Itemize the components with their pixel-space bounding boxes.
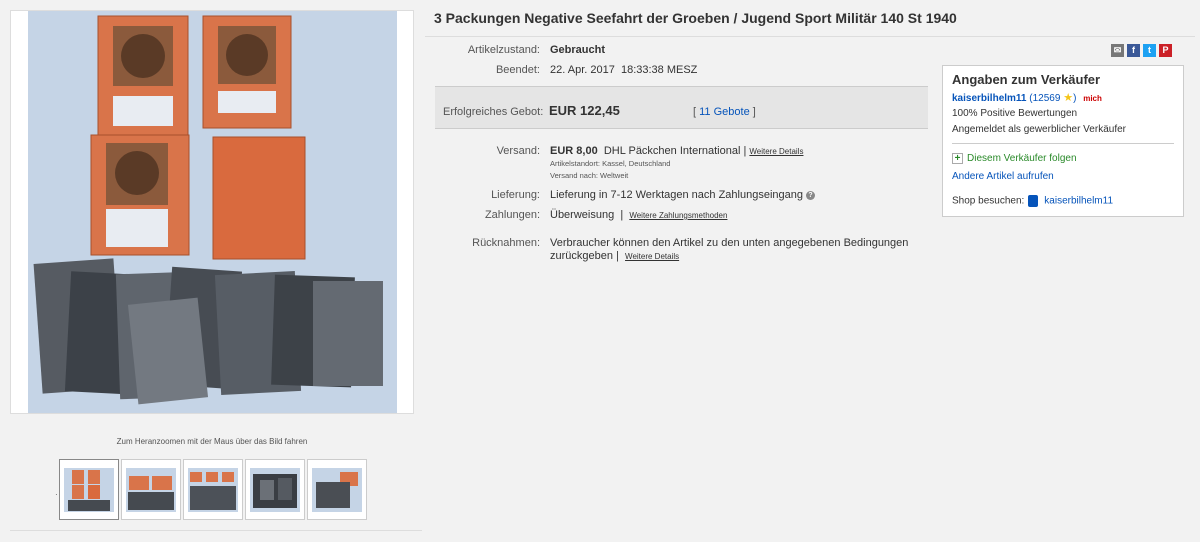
thumbnail-1[interactable] [59,459,119,520]
returns-line1: Verbraucher können den Artikel zu den un… [550,237,909,249]
seller-divider [952,143,1174,144]
seller-name-link[interactable]: kaiserbilhelm11 [952,93,1027,104]
glass-negatives-pile [33,258,383,405]
gallery-divider [10,530,422,531]
main-product-photo[interactable] [28,11,397,413]
payment-method: Überweisung [550,209,615,221]
thumbnail-2[interactable] [121,459,181,520]
winning-bid-label: Erfolgreiches Gebot: [443,106,544,118]
thumbnail-image [188,467,238,512]
winning-bid-box: Erfolgreiches Gebot: EUR 122,45 [ 11 Geb… [435,86,928,129]
thumbnail-image [126,467,176,512]
payments-value: Überweisung | Weitere Zahlungsmethoden [550,209,727,221]
shipping-method: DHL Päckchen International [603,145,741,157]
bracket-open: [ [693,106,697,118]
more-payment-methods-link[interactable]: Weitere Zahlungsmethoden [629,211,727,220]
thumbnail-5[interactable] [307,459,367,520]
payments-separator: | [620,209,624,221]
delivery-value: Lieferung in 7-12 Werktagen nach Zahlung… [550,189,816,201]
bid-count: [ 11 Gebote ] [693,106,756,118]
returns-text: zurückgeben | [550,250,619,262]
returns-details-link[interactable]: Weitere Details [625,252,679,261]
shipping-details-link[interactable]: Weitere Details [749,147,803,156]
email-icon[interactable]: ✉ [1111,44,1124,57]
negative-box-2 [202,15,292,129]
pinterest-icon[interactable]: P [1159,44,1172,57]
seller-info-box: Angaben zum Verkäufer kaiserbilhelm11 (1… [942,65,1184,217]
feedback-score-close: ) [1073,93,1077,104]
thumbnail-4[interactable] [245,459,305,520]
condition-label: Artikelzustand: [467,44,540,56]
returns-line2: zurückgeben | Weitere Details [550,250,679,262]
ended-time: 18:33:38 MESZ [620,64,698,76]
feedback-score-link[interactable]: (12569 ★) [1029,92,1077,104]
follow-seller[interactable]: + Diesem Verkäufer folgen [952,153,1077,164]
thumbnail-3[interactable] [183,459,243,520]
ships-to: Versand nach: Weltweit [550,171,629,180]
thumbnail-image [250,467,300,512]
shipping-value: EUR 8,00 DHL Päckchen International | We… [550,145,803,157]
shop-label: Shop besuchen: [952,195,1025,207]
facebook-icon[interactable]: f [1127,44,1140,57]
shipping-label: Versand: [496,145,540,157]
plus-icon: + [952,153,963,164]
share-icons: ✉ f t P [1111,44,1172,57]
seller-name-row: kaiserbilhelm11 (12569 ★) mich [952,91,1102,104]
negative-box-1 [97,15,189,137]
ended-date: 22. Apr. 2017 [550,64,615,76]
shipping-price: EUR 8,00 [550,145,598,157]
visit-shop-row: Shop besuchen: kaiserbilhelm11 [952,195,1113,207]
positive-feedback: 100% Positive Bewertungen [952,108,1078,119]
item-title: 3 Packungen Negative Seefahrt der Groebe… [434,10,957,26]
seller-registration: Angemeldet als gewerblicher Verkäufer [952,124,1126,135]
question-circle-icon[interactable]: ? [806,190,816,200]
product-photo-illustration [28,11,397,413]
seller-other-items-link[interactable]: Andere Artikel aufrufen [952,171,1054,182]
shipping-separator: | [743,145,747,157]
star-icon: ★ [1063,92,1074,104]
thumbnail-strip [59,459,367,521]
feedback-score: (12569 [1029,93,1061,104]
main-image-frame[interactable] [10,10,414,414]
delivery-label: Lieferung: [491,189,540,201]
condition-value: Gebraucht [550,44,606,56]
seller-heading: Angaben zum Verkäufer [952,72,1101,87]
thumb-indicator: · [55,490,58,499]
payments-label: Zahlungen: [484,209,540,221]
negative-box-3 [90,134,190,256]
returns-label: Rücknahmen: [472,237,540,249]
thumbnail-image [312,467,362,512]
twitter-icon[interactable]: t [1143,44,1156,57]
shop-link[interactable]: kaiserbilhelm11 [1044,196,1113,207]
title-divider [425,36,1195,37]
ended-value: 22. Apr. 2017 18:33:38 MESZ [550,64,697,76]
bracket-close: ] [752,106,756,118]
me-badge-icon: mich [1083,94,1102,103]
bid-history-link[interactable]: 11 Gebote [699,106,750,118]
zoom-hint: Zum Heranzoomen mit der Maus über das Bi… [116,437,308,446]
delivery-text: Lieferung in 7-12 Werktagen nach Zahlung… [550,189,803,201]
item-location: Artikelstandort: Kassel, Deutschland [550,159,671,168]
store-icon [1028,195,1039,207]
winning-bid-price: EUR 122,45 [549,103,620,118]
empty-box-lid [212,136,306,260]
follow-seller-label: Diesem Verkäufer folgen [967,153,1077,165]
thumbnail-image [64,467,114,512]
ended-label: Beendet: [495,64,540,76]
